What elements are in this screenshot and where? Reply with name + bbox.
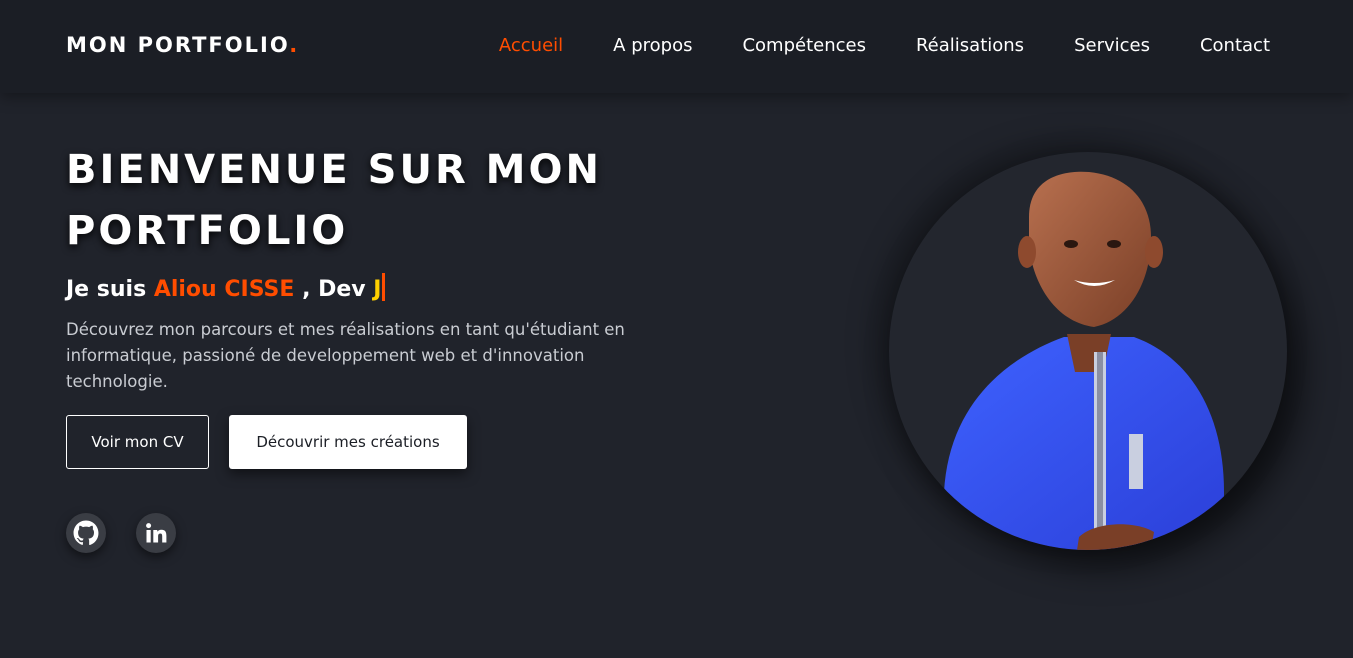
- linkedin-link[interactable]: [136, 513, 176, 553]
- github-link[interactable]: [66, 513, 106, 553]
- profile-photo-frame: [889, 152, 1287, 550]
- site-logo[interactable]: MON PORTFOLIO.: [66, 33, 299, 57]
- main-nav: Accueil A propos Compétences Réalisation…: [499, 35, 1270, 56]
- linkedin-icon: [146, 523, 167, 543]
- typing-caret: [382, 273, 386, 301]
- hero-title: BIENVENUE SUR MON PORTFOLIO: [66, 147, 602, 254]
- hero-subtitle: Je suis Aliou CISSE , Dev J: [66, 273, 386, 302]
- typed-text: J: [373, 277, 382, 302]
- logo-text: MON PORTFOLIO: [66, 33, 290, 57]
- site-header: MON PORTFOLIO. Accueil A propos Compéten…: [0, 0, 1353, 93]
- nav-competences[interactable]: Compétences: [742, 35, 866, 56]
- nav-realisations[interactable]: Réalisations: [916, 35, 1024, 56]
- intro-prefix: Je suis: [66, 277, 154, 302]
- logo-dot: .: [289, 33, 300, 57]
- discover-creations-button[interactable]: Découvrir mes créations: [229, 415, 467, 469]
- nav-accueil[interactable]: Accueil: [499, 35, 563, 56]
- github-icon: [73, 520, 99, 546]
- view-cv-button[interactable]: Voir mon CV: [66, 415, 209, 469]
- hero-description: Découvrez mon parcours et mes réalisatio…: [66, 320, 625, 391]
- nav-services[interactable]: Services: [1074, 35, 1150, 56]
- profile-photo: [944, 171, 1224, 550]
- nav-a-propos[interactable]: A propos: [613, 35, 692, 56]
- role-prefix: , Dev: [294, 277, 374, 302]
- author-name: Aliou CISSE: [153, 277, 295, 302]
- nav-contact[interactable]: Contact: [1200, 35, 1270, 56]
